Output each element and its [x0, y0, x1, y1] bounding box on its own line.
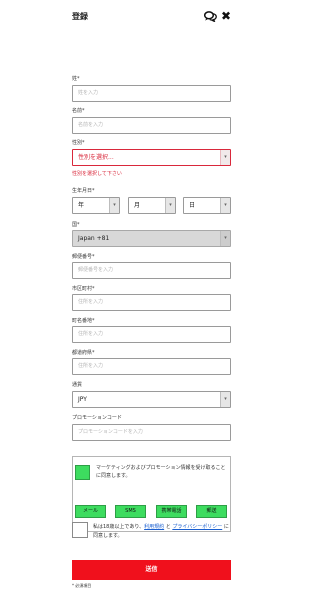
gender-select-value: 性別を選択... — [78, 154, 114, 161]
city-input[interactable]: 住所を入力 — [72, 294, 231, 311]
birth-year-select[interactable]: 年 ▾ — [72, 197, 120, 214]
street-label: 町名番地* — [72, 318, 95, 324]
gender-select[interactable]: 性別を選択... ▾ — [72, 149, 231, 166]
marketing-consent-text: マーケティングおよびプロモーション情報を受け取ることに同意します。 — [96, 465, 226, 479]
channel-post-toggle[interactable]: 郵送 — [196, 505, 227, 518]
submit-button[interactable]: 送信 — [72, 560, 231, 580]
country-select-value: Japan +81 — [78, 235, 110, 242]
age-confirm-checkbox[interactable] — [72, 522, 88, 538]
marketing-channels: メール SMS 携帯電話 郵送 — [75, 505, 228, 518]
chevron-down-icon: ▾ — [220, 231, 230, 246]
channel-phone-toggle[interactable]: 携帯電話 — [156, 505, 187, 518]
street-input[interactable]: 住所を入力 — [72, 326, 231, 343]
gender-error: 性別を選択して下さい — [72, 171, 122, 177]
gender-label: 性別* — [72, 140, 85, 146]
chat-bubbles-icon[interactable] — [204, 11, 217, 22]
required-note: * 必須項目 — [72, 583, 92, 588]
birthdate-label: 生年月日* — [72, 188, 95, 194]
country-label: 国* — [72, 222, 80, 228]
close-icon[interactable]: ✖ — [221, 10, 231, 22]
header: 登録 ✖ — [0, 0, 300, 34]
prefecture-label: 都道府県* — [72, 350, 95, 356]
last-name-input[interactable]: 姓を入力 — [72, 85, 231, 102]
currency-select[interactable]: JPY ▾ — [72, 391, 231, 408]
currency-label: 通貨 — [72, 382, 83, 388]
marketing-consent-checkbox[interactable] — [75, 465, 90, 480]
birth-month-select[interactable]: 月 ▾ — [128, 197, 176, 214]
age-confirm-text: 私は18歳以上であり、利用規約 と プライバシーポリシー に同意します。 — [93, 523, 233, 541]
birth-day-select[interactable]: 日 ▾ — [183, 197, 231, 214]
last-name-label: 姓* — [72, 76, 80, 82]
privacy-policy-link[interactable]: プライバシーポリシー — [172, 524, 222, 530]
chevron-down-icon: ▾ — [109, 198, 119, 213]
prefecture-input[interactable]: 住所を入力 — [72, 358, 231, 375]
chevron-down-icon: ▾ — [220, 392, 230, 407]
postal-code-label: 郵便番号* — [72, 254, 95, 260]
country-select[interactable]: Japan +81 ▾ — [72, 230, 231, 247]
first-name-input[interactable]: 名前を入力 — [72, 117, 231, 134]
terms-link[interactable]: 利用規約 — [144, 524, 164, 530]
marketing-consent-box: マーケティングおよびプロモーション情報を受け取ることに同意します。 メール SM… — [72, 456, 231, 532]
chevron-down-icon: ▾ — [220, 150, 230, 165]
first-name-label: 名前* — [72, 108, 85, 114]
age-confirm-prefix: 私は18歳以上であり、 — [93, 524, 145, 530]
birth-month-value: 月 — [134, 202, 141, 209]
channel-sms-toggle[interactable]: SMS — [115, 505, 146, 518]
currency-select-value: JPY — [78, 396, 87, 403]
birth-year-value: 年 — [78, 202, 85, 209]
birth-day-value: 日 — [189, 202, 196, 209]
postal-code-input[interactable]: 郵便番号を入力 — [72, 262, 231, 279]
chevron-down-icon: ▾ — [220, 198, 230, 213]
page-title: 登録 — [72, 12, 88, 21]
channel-email-toggle[interactable]: メール — [75, 505, 106, 518]
chevron-down-icon: ▾ — [165, 198, 175, 213]
city-label: 市区町村* — [72, 286, 95, 292]
promo-code-input[interactable]: プロモーションコードを入力 — [72, 424, 231, 441]
promo-code-label: プロモーションコード — [72, 415, 122, 421]
